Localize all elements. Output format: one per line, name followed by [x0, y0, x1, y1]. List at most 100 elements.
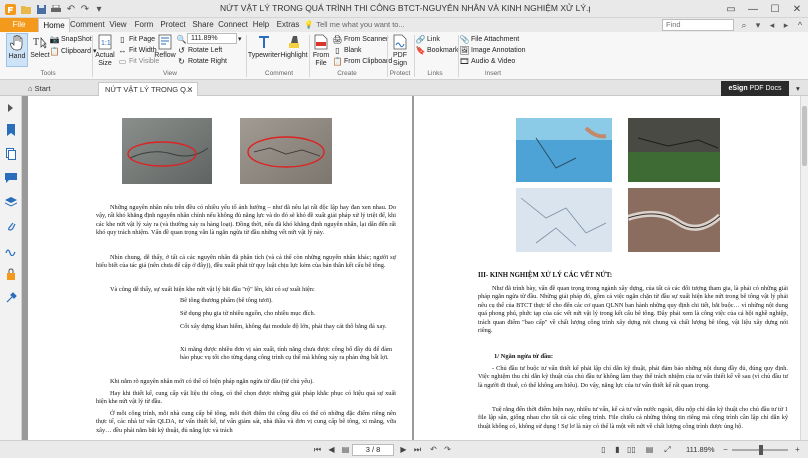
find-prev-icon[interactable]: ◂ — [766, 19, 778, 31]
ribbon-options-icon[interactable]: ▭ — [720, 0, 742, 18]
single-page-icon[interactable]: ▯ — [598, 444, 609, 455]
svg-text:1:1: 1:1 — [101, 40, 111, 47]
lightbulb-icon: 💡 — [304, 20, 314, 29]
continuous-facing-icon[interactable]: ▤ — [644, 444, 655, 455]
actual-size-button[interactable]: 1:1 Actual Size — [94, 33, 116, 69]
rotate-left-button[interactable]: ↺ Rotate Left — [177, 45, 222, 56]
file-attachment-button[interactable]: 📎 File Attachment — [460, 34, 520, 45]
fit-page-button[interactable]: ▯ Fit Page — [118, 34, 155, 45]
from-file-button[interactable]: From File — [311, 33, 331, 69]
page-number-input[interactable]: 3 / 8 — [352, 444, 394, 456]
tab-start[interactable]: ⌂ Start — [22, 82, 98, 96]
blank-button[interactable]: ▯ Blank — [333, 45, 361, 56]
page-list-icon[interactable]: ▤ — [340, 444, 351, 455]
save-icon[interactable] — [34, 2, 48, 16]
pdf-sign-button[interactable]: PDF Sign — [390, 33, 410, 69]
zoom-slider-knob[interactable] — [759, 445, 763, 455]
tab-file[interactable]: File — [0, 18, 38, 32]
link-button[interactable]: 🔗 Link — [416, 34, 440, 45]
blank-page-icon: ▯ — [335, 46, 340, 55]
print-icon[interactable] — [49, 2, 63, 16]
reflow-button[interactable]: Reflow — [154, 33, 176, 67]
comments-panel-icon[interactable] — [5, 172, 17, 184]
expand-panel-icon[interactable] — [5, 102, 17, 114]
fit-width-icon: ↔ — [118, 46, 127, 55]
last-page-icon[interactable]: ⏭ — [412, 444, 423, 455]
maximize-button[interactable]: ☐ — [764, 0, 786, 18]
tab-list-dropdown-icon[interactable]: ▾ — [794, 82, 808, 96]
rotate-right-label: Rotate Right — [188, 58, 227, 65]
esign-button[interactable]: eSign PDF Docs — [721, 81, 789, 96]
clipboard-button[interactable]: 📋 Clipboard ▾ — [50, 46, 97, 57]
tools-panel-icon[interactable] — [5, 292, 17, 304]
tab-protect[interactable]: Protect — [158, 18, 188, 32]
undo-icon[interactable]: ↶ — [64, 2, 78, 16]
continuous-page-icon[interactable]: ▮ — [612, 444, 623, 455]
bookmark-button[interactable]: 🔖 Bookmark — [416, 45, 459, 56]
tab-extras[interactable]: Extras — [274, 18, 302, 32]
close-button[interactable]: ✕ — [786, 0, 808, 18]
tab-view[interactable]: View — [106, 18, 130, 32]
from-clipboard-label: From Clipboard — [344, 58, 393, 65]
quick-access-dropdown-icon[interactable]: ▾ — [92, 2, 106, 16]
from-clipboard-button[interactable]: 📋 From Clipboard — [333, 56, 393, 67]
tab-form[interactable]: Form — [132, 18, 156, 32]
prev-page-icon[interactable]: ◀ — [326, 444, 337, 455]
pages-panel-icon[interactable] — [5, 148, 17, 160]
actual-size-icon: 1:1 — [96, 33, 114, 51]
find-input[interactable]: Find — [662, 19, 734, 31]
ribbon-separator — [309, 35, 310, 77]
pdf-file-icon — [312, 33, 330, 51]
vertical-scrollbar[interactable] — [800, 96, 808, 440]
snapshot-button[interactable]: 📷 SnapShot — [50, 34, 92, 45]
find-next-icon[interactable]: ▸ — [780, 19, 792, 31]
image-annotation-button[interactable]: 🖼 Image Annotation — [459, 45, 525, 56]
select-tool-button[interactable]: T Select — [30, 33, 50, 67]
zoom-in-icon[interactable]: + — [792, 444, 803, 455]
from-scanner-button[interactable]: 🖨 From Scanner — [332, 34, 388, 45]
left-paragraph-1: Những nguyên nhân nêu trên đều có nhiều … — [96, 204, 396, 237]
tab-current-document[interactable]: NỨT VẬT LÝ TRONG Q... ✕ — [98, 82, 198, 96]
open-folder-icon[interactable] — [19, 2, 33, 16]
document-viewer[interactable]: Những nguyên nhân nêu trên đều có nhiều … — [22, 96, 800, 440]
ribbon-collapse-icon[interactable]: ^ — [794, 19, 806, 31]
svg-text:T: T — [33, 37, 39, 48]
first-page-icon[interactable]: ⏮ — [312, 444, 323, 455]
zoom-tool[interactable]: 🔍 — [177, 34, 187, 45]
facing-page-icon[interactable]: ▯▯ — [626, 444, 637, 455]
redo-icon[interactable]: ↷ — [78, 2, 92, 16]
zoom-out-icon[interactable]: − — [720, 444, 731, 455]
previous-view-icon[interactable]: ↶ — [428, 444, 439, 455]
signatures-panel-icon[interactable] — [5, 244, 17, 256]
next-view-icon[interactable]: ↷ — [442, 444, 453, 455]
typewriter-label: Typewriter — [247, 52, 281, 59]
rotate-right-button[interactable]: ↻ Rotate Right — [177, 56, 227, 67]
minimize-button[interactable]: — — [742, 0, 764, 18]
tab-help[interactable]: Help — [250, 18, 272, 32]
find-options-icon[interactable]: ▾ — [752, 19, 764, 31]
security-panel-icon[interactable] — [5, 268, 17, 280]
clipboard-label: Clipboard — [61, 48, 91, 55]
attachments-panel-icon[interactable] — [5, 220, 17, 232]
fit-width-button[interactable]: ↔ Fit Width — [118, 45, 157, 56]
next-page-icon[interactable]: ▶ — [398, 444, 409, 455]
zoom-input[interactable]: 111.89% — [187, 33, 237, 44]
tell-me-box[interactable]: 💡 Tell me what you want to... — [304, 19, 426, 31]
tab-close-icon[interactable]: ✕ — [187, 83, 193, 97]
highlight-button[interactable]: Highlight — [280, 33, 308, 67]
tab-home[interactable]: Home — [38, 18, 70, 32]
tab-connect[interactable]: Connect — [218, 18, 248, 32]
fit-window-icon[interactable]: ⤢ — [662, 444, 673, 455]
typewriter-button[interactable]: Typewriter — [247, 33, 281, 67]
ribbon: Hand T Select 📷 SnapShot 📋 Clipboard ▾ Tool… — [0, 32, 808, 80]
tab-share[interactable]: Share — [190, 18, 216, 32]
zoom-dropdown-icon[interactable]: ▾ — [238, 34, 242, 45]
search-icon[interactable]: ⌕ — [738, 19, 750, 31]
tab-comment[interactable]: Comment — [70, 18, 105, 32]
link-icon: 🔗 — [415, 35, 426, 44]
bookmarks-panel-icon[interactable] — [5, 124, 17, 136]
hand-tool-button[interactable]: Hand — [6, 33, 28, 67]
audio-video-button[interactable]: 🎞 Audio & Video — [459, 56, 515, 67]
scrollbar-thumb[interactable] — [802, 106, 807, 166]
layers-panel-icon[interactable] — [5, 196, 17, 208]
